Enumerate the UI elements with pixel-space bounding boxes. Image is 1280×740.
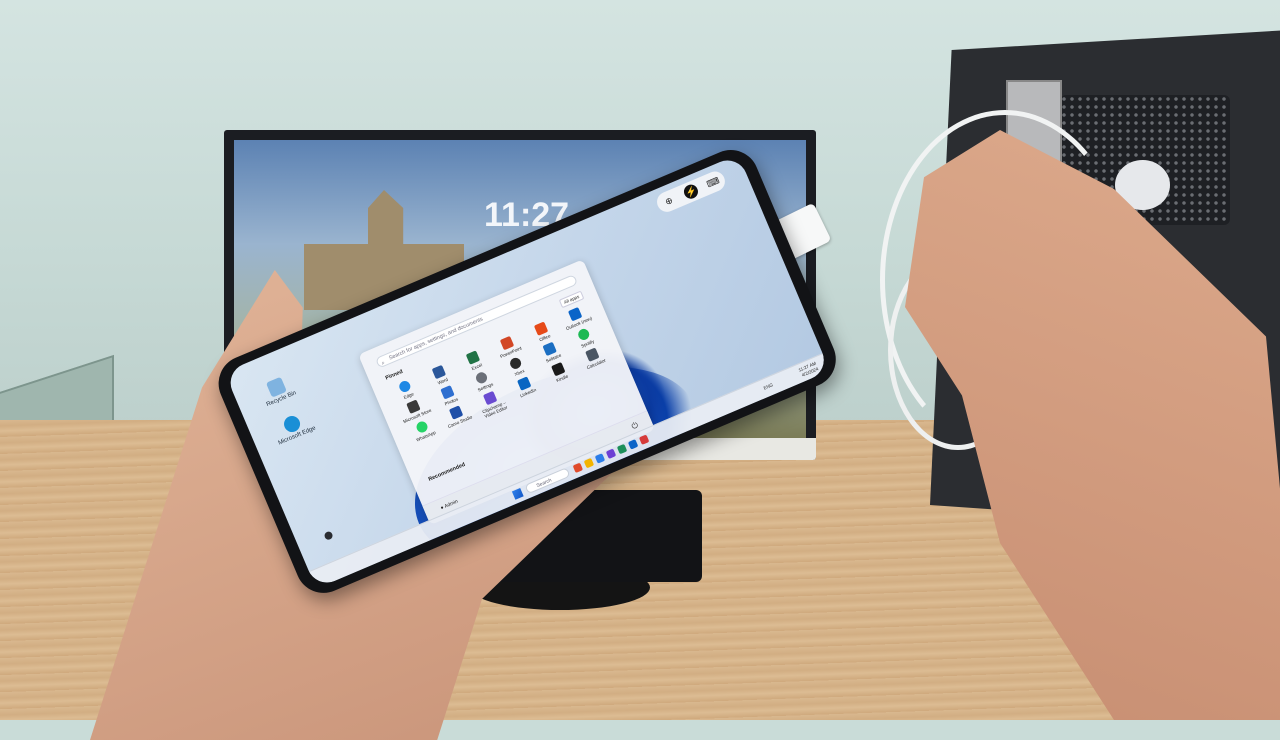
taskbar-app-icon[interactable] — [583, 457, 595, 469]
taskbar-app-icon[interactable] — [627, 439, 639, 450]
phone-overlay-toolbar: ⊕ ⚡ ⌨ — [653, 168, 729, 215]
app-label: Xbox — [513, 368, 526, 377]
desktop-icon-edge[interactable]: Microsoft Edge — [269, 408, 319, 447]
taskbar-app-icon[interactable] — [572, 462, 584, 474]
zoom-icon[interactable]: ⊕ — [660, 192, 678, 210]
app-label: Edge — [402, 391, 415, 401]
lightning-icon[interactable]: ⚡ — [681, 182, 701, 201]
recommended-header: Recommended — [427, 461, 467, 483]
taskbar-app-icon[interactable] — [594, 453, 606, 464]
taskbar-app-icon[interactable] — [605, 448, 617, 459]
pinned-label: Pinned — [384, 368, 404, 382]
search-icon: ⌕ — [380, 360, 387, 367]
taskbar-app-icon[interactable] — [616, 443, 628, 455]
windows-start-icon[interactable] — [511, 487, 524, 500]
keyboard-icon[interactable]: ⌨ — [704, 173, 722, 191]
app-label: Word — [436, 376, 449, 386]
taskbar-clock[interactable]: 11:27 AM 4/2/2024 — [798, 361, 820, 379]
desktop-icon-recycle-bin[interactable]: Recycle Bin — [253, 371, 303, 410]
taskbar-app-icon[interactable] — [638, 434, 650, 445]
taskbar-language[interactable]: ENG — [763, 382, 774, 390]
pinned-apps-grid: Edge Word Excel PowerPoint Office Outloo… — [386, 302, 617, 450]
